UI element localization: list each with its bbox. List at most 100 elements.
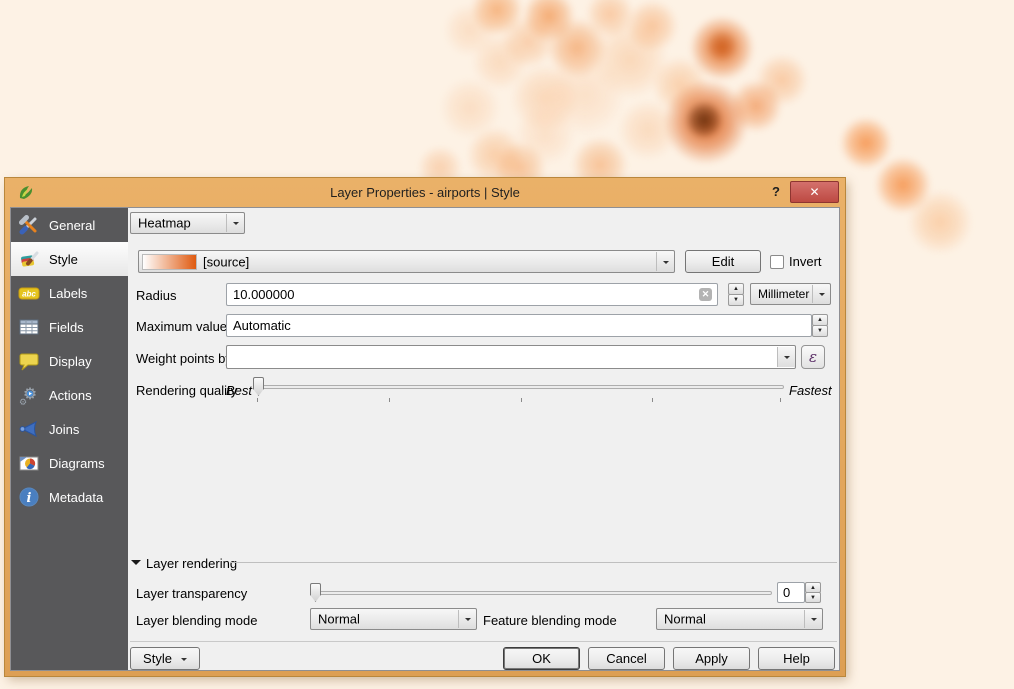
table-icon	[16, 316, 42, 338]
group-divider	[230, 562, 837, 563]
edit-ramp-label: Edit	[712, 254, 734, 269]
style-menu-button[interactable]: Style	[130, 647, 200, 670]
sidebar-item-metadata[interactable]: i Metadata	[11, 480, 128, 514]
weight-points-select[interactable]	[226, 345, 796, 369]
sidebar-item-diagrams[interactable]: Diagrams	[11, 446, 128, 480]
spin-down-icon[interactable]: ▼	[805, 592, 821, 603]
help-titlebar-button[interactable]: ?	[767, 184, 785, 202]
feature-blending-label: Feature blending mode	[483, 613, 617, 628]
layer-transparency-value: 0	[783, 585, 790, 600]
info-icon: i	[16, 486, 42, 508]
layer-transparency-label: Layer transparency	[136, 586, 247, 601]
spin-down-icon[interactable]: ▼	[728, 294, 744, 306]
desktop-canvas: Layer Properties - airports | Style ? ✕ …	[0, 0, 1014, 689]
quality-fastest-label: Fastest	[789, 383, 832, 398]
renderer-type-select[interactable]: Heatmap	[130, 212, 245, 234]
slider-tick	[521, 398, 522, 402]
ok-label: OK	[532, 651, 551, 666]
diagram-icon	[16, 452, 42, 474]
heatmap-blob	[515, 105, 575, 165]
radius-unit-value: Millimeter	[758, 287, 809, 301]
slider-tick	[257, 398, 258, 402]
cancel-button[interactable]: Cancel	[588, 647, 665, 670]
title-bar[interactable]: Layer Properties - airports | Style ? ✕	[5, 178, 845, 207]
maximum-value-input[interactable]: Automatic	[226, 314, 812, 337]
color-ramp-swatch	[142, 254, 197, 270]
dialog-client-area: General Style	[10, 207, 840, 671]
rendering-quality-label: Rendering quality	[136, 383, 237, 398]
sidebar-item-label: Fields	[49, 320, 84, 335]
maximum-value-text: Automatic	[233, 318, 291, 333]
chevron-down-icon	[181, 658, 187, 664]
sidebar-item-labels[interactable]: abc Labels	[11, 276, 128, 310]
chevron-down-icon	[777, 347, 795, 367]
sidebar: General Style	[11, 208, 128, 670]
apply-label: Apply	[695, 651, 728, 666]
chevron-down-icon	[812, 285, 830, 303]
heatmap-blob	[840, 117, 892, 169]
invert-label: Invert	[789, 254, 822, 269]
feature-blending-value: Normal	[664, 612, 706, 627]
color-ramp-select[interactable]: [source]	[138, 250, 675, 273]
sidebar-item-label: Style	[49, 252, 78, 267]
slider-handle[interactable]	[253, 377, 264, 396]
collapse-triangle-icon[interactable]	[131, 560, 141, 570]
spin-down-icon[interactable]: ▼	[812, 325, 828, 337]
clear-field-icon[interactable]: ✕	[699, 288, 712, 301]
close-button[interactable]: ✕	[790, 181, 839, 203]
chevron-down-icon	[804, 610, 822, 628]
window-title: Layer Properties - airports | Style	[5, 185, 845, 200]
rendering-quality-slider[interactable]	[253, 377, 784, 396]
layer-blending-value: Normal	[318, 612, 360, 627]
help-button[interactable]: Help	[758, 647, 835, 670]
radius-input[interactable]: 10.000000	[226, 283, 718, 306]
feature-blending-select[interactable]: Normal	[656, 608, 823, 630]
sidebar-item-label: Joins	[49, 422, 79, 437]
radius-value: 10.000000	[233, 287, 294, 302]
paintbrush-icon	[16, 248, 42, 270]
slider-groove	[253, 385, 784, 389]
invert-checkbox[interactable]	[770, 255, 784, 269]
sidebar-item-actions[interactable]: ⚙ ⚙ Actions	[11, 378, 128, 412]
chevron-down-icon	[458, 610, 476, 628]
tools-icon	[16, 214, 42, 236]
sidebar-item-joins[interactable]: Joins	[11, 412, 128, 446]
slider-tick	[652, 398, 653, 402]
apply-button[interactable]: Apply	[673, 647, 750, 670]
join-arrow-icon	[16, 418, 42, 440]
slider-tick	[389, 398, 390, 402]
radius-spinner[interactable]: ▲ ▼	[728, 283, 744, 306]
style-menu-label: Style	[143, 651, 172, 666]
edit-ramp-button[interactable]: Edit	[685, 250, 761, 273]
svg-text:⚙: ⚙	[19, 398, 27, 406]
sidebar-item-display[interactable]: Display	[11, 344, 128, 378]
quality-best-label: Best	[226, 383, 252, 398]
renderer-type-value: Heatmap	[138, 216, 191, 231]
slider-handle[interactable]	[310, 583, 321, 602]
sidebar-item-fields[interactable]: Fields	[11, 310, 128, 344]
sidebar-item-general[interactable]: General	[11, 208, 128, 242]
sidebar-item-label: Labels	[49, 286, 87, 301]
cancel-label: Cancel	[606, 651, 646, 666]
abc-label-icon: abc	[16, 282, 42, 304]
sidebar-item-label: Metadata	[49, 490, 103, 505]
layer-blending-label: Layer blending mode	[136, 613, 257, 628]
layer-transparency-slider[interactable]	[310, 583, 772, 602]
maximum-value-label: Maximum value	[136, 319, 227, 334]
maximum-value-spinner[interactable]: ▲ ▼	[812, 314, 828, 337]
expression-builder-button[interactable]: ε	[801, 345, 825, 369]
chevron-down-icon	[226, 214, 244, 232]
layer-transparency-spinner[interactable]: ▲ ▼	[805, 582, 821, 603]
ok-button[interactable]: OK	[503, 647, 580, 670]
sidebar-item-label: General	[49, 218, 95, 233]
heatmap-blob	[908, 190, 972, 254]
sidebar-item-style[interactable]: Style	[11, 242, 128, 276]
radius-unit-select[interactable]: Millimeter	[750, 283, 831, 305]
help-label: Help	[783, 651, 810, 666]
footer-divider	[130, 641, 837, 642]
svg-text:abc: abc	[22, 290, 36, 299]
gears-icon: ⚙ ⚙	[16, 384, 42, 406]
layer-transparency-input[interactable]: 0	[777, 582, 805, 603]
sidebar-item-label: Display	[49, 354, 92, 369]
layer-blending-select[interactable]: Normal	[310, 608, 477, 630]
